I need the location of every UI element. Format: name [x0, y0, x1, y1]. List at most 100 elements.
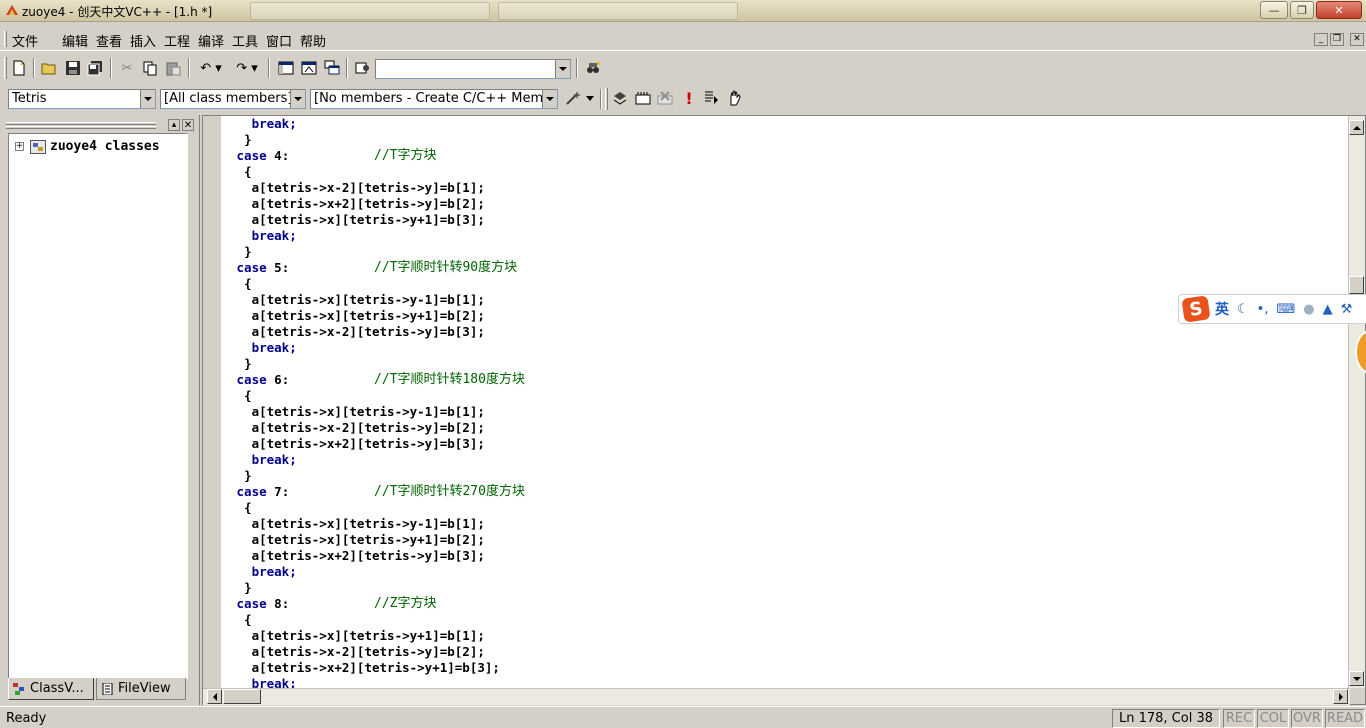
code-line[interactable]: a[tetris->x][tetris->y-1]=b[1];	[229, 404, 485, 420]
expand-icon[interactable]: +	[15, 142, 24, 151]
cut-icon[interactable]: ✂	[118, 59, 136, 77]
go-debug-icon[interactable]	[702, 89, 720, 107]
code-line[interactable]: }	[229, 356, 252, 372]
child-minimize-button[interactable]: _	[1314, 33, 1328, 46]
selection-margin[interactable]	[203, 116, 221, 688]
scroll-right-button[interactable]	[1333, 689, 1348, 704]
vertical-scroll-thumb[interactable]	[1349, 276, 1364, 294]
code-line[interactable]: a[tetris->x][tetris->y+1]=b[2];	[229, 532, 485, 548]
find-combo[interactable]	[375, 59, 571, 79]
paste-icon[interactable]	[164, 59, 182, 77]
menu-tools[interactable]: 工具	[232, 31, 258, 50]
minimize-button[interactable]: —	[1260, 1, 1288, 19]
toolbar-grip[interactable]	[4, 57, 7, 79]
close-button[interactable]: ✕	[1316, 1, 1362, 19]
code-line[interactable]: a[tetris->x-2][tetris->y]=b[1];	[229, 180, 485, 196]
code-line[interactable]: a[tetris->x+2][tetris->y]=b[2];	[229, 196, 485, 212]
code-line[interactable]: a[tetris->x][tetris->y+1]=b[2];	[229, 308, 485, 324]
ime-language-mode[interactable]: 英	[1215, 299, 1229, 319]
code-line[interactable]: a[tetris->x+2][tetris->y]=b[3];	[229, 436, 485, 452]
class-combo-dropdown[interactable]	[140, 90, 155, 108]
code-line[interactable]: a[tetris->x][tetris->y+1]=b[1];	[229, 628, 485, 644]
redo-icon[interactable]: ↷ ▾	[232, 59, 262, 77]
child-restore-button[interactable]: ❐	[1330, 33, 1344, 46]
code-line[interactable]: {	[229, 276, 252, 292]
filter-combo[interactable]: [All class members]	[160, 89, 306, 109]
code-line[interactable]: break;	[229, 676, 297, 688]
build-icon[interactable]	[634, 89, 652, 107]
code-line[interactable]: break;	[229, 564, 297, 580]
execute-icon[interactable]: !	[680, 89, 698, 108]
user-icon[interactable]: ●	[1303, 302, 1314, 317]
code-line[interactable]: a[tetris->x-2][tetris->y]=b[2];	[229, 420, 485, 436]
code-line[interactable]: case 8:case 8://Z字方块	[229, 596, 437, 612]
toolbar-grip[interactable]	[605, 88, 608, 110]
workspace-grip[interactable]	[6, 122, 156, 125]
workspace-grip[interactable]	[6, 126, 156, 129]
new-file-icon[interactable]	[10, 59, 28, 77]
code-line[interactable]: a[tetris->x+2][tetris->y]=b[3];	[229, 548, 485, 564]
punctuation-icon[interactable]: •,	[1257, 302, 1269, 317]
menu-insert[interactable]: 插入	[130, 31, 156, 50]
class-tree[interactable]: + zuoye4 classes	[8, 133, 188, 679]
code-line[interactable]: case 6:case 6://T字顺时针转180度方块	[229, 372, 525, 388]
skin-shirt-icon[interactable]: ▲	[1323, 302, 1333, 317]
undo-icon[interactable]: ↶ ▾	[196, 59, 226, 77]
code-line[interactable]: case 7:case 7://T字顺时针转270度方块	[229, 484, 525, 500]
code-line[interactable]: a[tetris->x][tetris->y-1]=b[1];	[229, 292, 485, 308]
scroll-up-button[interactable]	[1349, 120, 1364, 135]
workspace-close-icon[interactable]: ✕	[182, 119, 194, 131]
code-line[interactable]: a[tetris->x][tetris->y-1]=b[1];	[229, 516, 485, 532]
moon-icon[interactable]: ☾	[1237, 302, 1249, 317]
tab-fileview[interactable]: FileView	[96, 678, 186, 700]
save-icon[interactable]	[64, 59, 82, 77]
code-area[interactable]: break; } case 4:case 4://T字方块 { a[tetris…	[221, 116, 1350, 688]
code-line[interactable]: {	[229, 164, 252, 180]
tab-classview[interactable]: ClassV...	[8, 678, 94, 700]
menu-edit[interactable]: 编辑	[62, 31, 88, 50]
horizontal-scrollbar[interactable]	[203, 688, 1350, 705]
vertical-scrollbar[interactable]	[1348, 116, 1365, 688]
code-line[interactable]: break;	[229, 228, 297, 244]
code-line[interactable]: {	[229, 388, 252, 404]
class-combo[interactable]: Tetris	[8, 89, 156, 109]
scroll-left-button[interactable]	[207, 689, 222, 704]
code-line[interactable]: a[tetris->x-2][tetris->y]=b[2];	[229, 644, 485, 660]
menu-build[interactable]: 编译	[198, 31, 224, 50]
open-folder-icon[interactable]	[40, 59, 58, 77]
menu-file[interactable]: 文件	[12, 31, 38, 50]
output-icon[interactable]	[300, 59, 318, 77]
code-line[interactable]: case 4:case 4://T字方块	[229, 148, 437, 164]
menu-grip[interactable]	[4, 31, 7, 47]
code-line[interactable]: }	[229, 132, 252, 148]
save-all-icon[interactable]	[86, 59, 104, 77]
stop-build-icon[interactable]	[656, 89, 674, 107]
insert-breakpoint-icon[interactable]	[726, 89, 744, 107]
members-combo-dropdown[interactable]	[542, 90, 557, 108]
search-binoculars-icon[interactable]	[584, 59, 602, 77]
code-line[interactable]: a[tetris->x][tetris->y+1]=b[3];	[229, 212, 485, 228]
workspace-icon[interactable]	[277, 59, 295, 77]
wand-icon[interactable]	[564, 89, 596, 107]
code-line[interactable]: break;	[229, 340, 297, 356]
menu-help[interactable]: 帮助	[300, 31, 326, 50]
menu-window[interactable]: 窗口	[266, 31, 292, 50]
compile-icon[interactable]	[611, 89, 629, 107]
code-line[interactable]: a[tetris->x-2][tetris->y]=b[3];	[229, 324, 485, 340]
filter-combo-dropdown[interactable]	[290, 90, 305, 108]
keyboard-icon[interactable]: ⌨	[1276, 302, 1295, 317]
workspace-dock-icon[interactable]: ▴	[168, 119, 180, 131]
child-close-button[interactable]: ✕	[1350, 33, 1364, 46]
horizontal-scroll-thumb[interactable]	[223, 689, 261, 704]
tree-root-item[interactable]: + zuoye4 classes	[15, 139, 160, 154]
menu-project[interactable]: 工程	[164, 31, 190, 50]
sogou-logo-icon[interactable]: S	[1181, 295, 1211, 323]
ime-toolbar[interactable]: S 英 ☾ •, ⌨ ● ▲ ⚒	[1178, 294, 1366, 324]
find-combo-dropdown[interactable]	[555, 60, 570, 78]
code-line[interactable]: a[tetris->x+2][tetris->y+1]=b[3];	[229, 660, 500, 676]
code-line[interactable]: }	[229, 244, 252, 260]
code-line[interactable]: }	[229, 468, 252, 484]
code-line[interactable]: break;	[229, 452, 297, 468]
code-line[interactable]: }	[229, 580, 252, 596]
maximize-button[interactable]: ❐	[1290, 1, 1314, 19]
